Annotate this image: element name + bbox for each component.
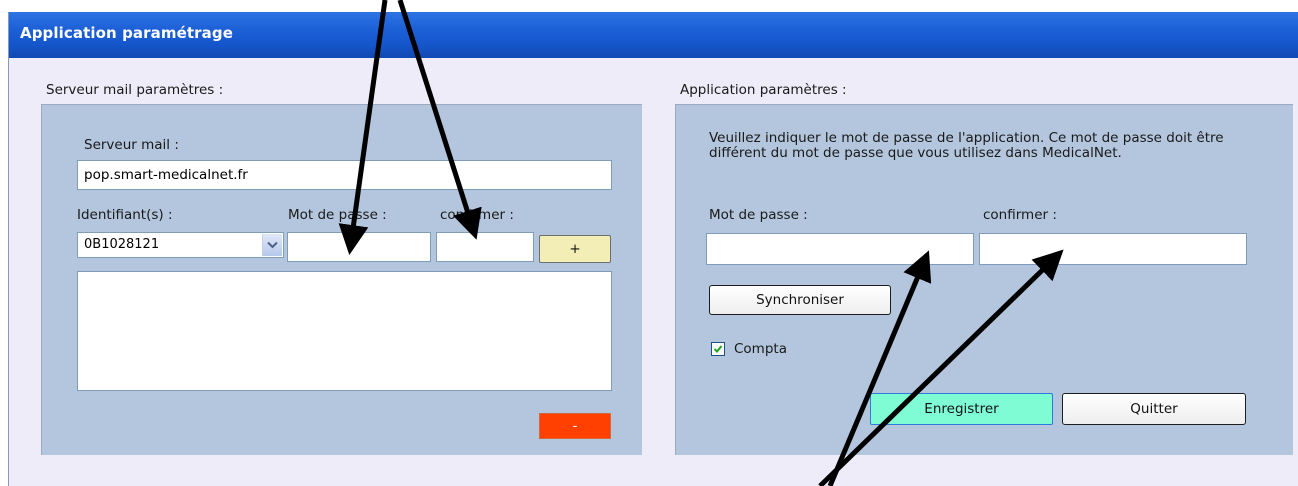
app-settings-panel: Veuillez indiquer le mot de passe de l'a… (675, 104, 1293, 455)
settings-window: Application paramétrage Serveur mail par… (8, 12, 1298, 486)
mail-settings-panel: Serveur mail : Identifiant(s) : Mot de p… (41, 104, 642, 455)
remove-identifier-button[interactable]: - (539, 413, 611, 439)
app-confirm-label: confirmer : (983, 207, 1057, 223)
check-icon (713, 345, 723, 353)
synchronize-button[interactable]: Synchroniser (709, 285, 891, 315)
mail-confirm-input[interactable] (436, 232, 534, 262)
mail-confirm-label: confirmer : (440, 207, 514, 223)
add-identifier-button[interactable]: + (539, 235, 611, 263)
app-section-title: Application paramètres : (680, 82, 847, 98)
title-bar: Application paramétrage (9, 12, 1298, 58)
mail-server-input[interactable] (77, 160, 612, 190)
compta-label: Compta (734, 341, 787, 357)
mail-password-input[interactable] (287, 232, 431, 262)
identifier-selected-value: 0B1028121 (84, 237, 160, 252)
app-instruction-text: Veuillez indiquer le mot de passe de l'a… (709, 130, 1224, 161)
server-label: Serveur mail : (84, 137, 179, 153)
chevron-down-icon[interactable] (262, 234, 282, 256)
mail-section-title: Serveur mail paramètres : (46, 82, 224, 98)
app-password-input[interactable] (706, 233, 974, 265)
quit-button[interactable]: Quitter (1062, 393, 1246, 425)
identifier-select[interactable]: 0B1028121 (77, 232, 284, 258)
save-button[interactable]: Enregistrer (870, 393, 1053, 425)
window-title: Application paramétrage (20, 24, 233, 42)
identifier-list[interactable] (77, 271, 612, 391)
mail-password-label: Mot de passe : (288, 207, 387, 223)
compta-checkbox[interactable] (711, 342, 725, 356)
app-confirm-input[interactable] (979, 233, 1247, 265)
app-password-label: Mot de passe : (709, 207, 808, 223)
identifier-label: Identifiant(s) : (77, 207, 173, 223)
